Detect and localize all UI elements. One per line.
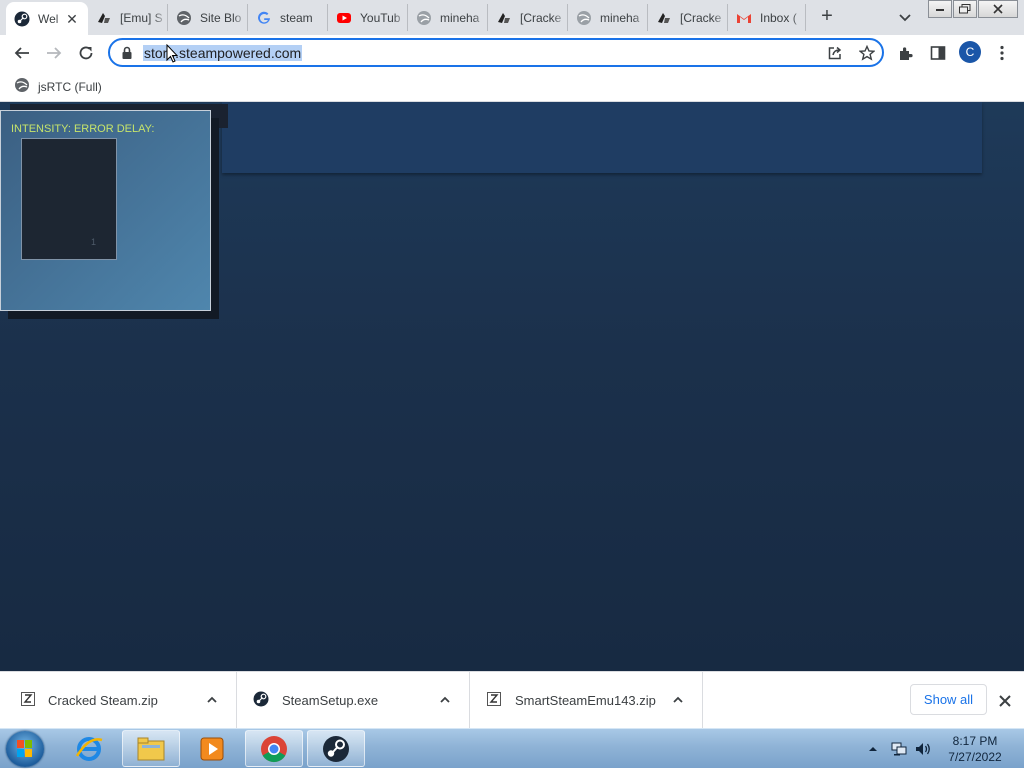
bookmarks-bar: jsRTC (Full) <box>0 70 1024 102</box>
minimize-button[interactable] <box>928 0 952 18</box>
cracked-icon <box>656 10 672 26</box>
back-button[interactable] <box>10 41 34 65</box>
internet-explorer-icon[interactable] <box>60 730 118 767</box>
download-name: Cracked Steam.zip <box>48 693 158 708</box>
tab-site-blocked[interactable]: Site Blo <box>168 4 248 31</box>
tab-title: steam <box>280 10 313 25</box>
forward-button[interactable] <box>42 41 66 65</box>
file-explorer-icon[interactable] <box>122 730 180 767</box>
steam-icon <box>14 11 30 27</box>
close-window-button[interactable] <box>978 0 1018 18</box>
tab-search-chevron-icon[interactable] <box>896 8 914 26</box>
close-shelf-icon[interactable] <box>996 692 1014 710</box>
chrome-icon[interactable] <box>245 730 303 767</box>
clock-date: 7/27/2022 <box>948 750 1002 764</box>
lock-icon[interactable] <box>121 46 133 63</box>
menu-kebab-icon[interactable] <box>990 41 1014 65</box>
chevron-up-icon[interactable] <box>439 694 451 706</box>
globe-icon <box>176 10 192 26</box>
tab-title: [Cracke <box>680 10 722 25</box>
tab-minehat-2[interactable]: mineha <box>568 4 648 31</box>
browser-toolbar: store.steampowered.com C <box>0 35 1024 70</box>
download-item[interactable]: Cracked Steam.zip <box>0 672 237 728</box>
cracked-icon <box>96 10 112 26</box>
clock-time: 8:17 PM <box>952 734 998 748</box>
cracked-icon <box>496 10 512 26</box>
tab-title: [Emu] S <box>120 10 163 25</box>
tab-cracked-1[interactable]: [Cracke <box>488 4 568 31</box>
google-icon <box>256 10 272 26</box>
zip-icon <box>486 691 502 707</box>
tab-inbox[interactable]: Inbox ( <box>728 4 806 31</box>
globe-icon <box>416 10 432 26</box>
volume-icon[interactable] <box>914 729 932 769</box>
download-item[interactable]: SmartSteamEmu143.zip <box>470 672 703 728</box>
network-icon[interactable] <box>890 729 908 769</box>
download-shelf: Cracked Steam.zip SteamSetup.exe SmartSt… <box>0 671 1024 728</box>
tab-title: mineha <box>440 10 480 25</box>
intensity-box-value: 1 <box>90 237 96 247</box>
download-name: SteamSetup.exe <box>282 693 379 708</box>
tab-minehat-1[interactable]: mineha <box>408 4 488 31</box>
globe-icon <box>576 10 592 26</box>
intensity-panel: INTENSITY: ERROR DELAY: 1 <box>0 110 211 311</box>
gmail-icon <box>736 10 752 26</box>
share-icon[interactable] <box>826 44 844 62</box>
tab-welcome[interactable]: Wel ✕ <box>6 2 88 35</box>
chevron-up-icon[interactable] <box>672 694 684 706</box>
mouse-cursor <box>166 43 179 67</box>
profile-avatar[interactable]: C <box>959 41 981 63</box>
extensions-icon[interactable] <box>894 41 918 65</box>
bookmark-jsrtc[interactable]: jsRTC (Full) <box>14 77 102 96</box>
close-tab-icon[interactable]: ✕ <box>64 11 80 27</box>
show-all-button[interactable]: Show all <box>910 684 987 715</box>
page-content: INTENSITY: ERROR DELAY: 1 <box>0 102 1024 671</box>
address-bar[interactable]: store.steampowered.com <box>108 38 884 67</box>
globe-icon <box>14 77 30 96</box>
tab-title: [Cracke <box>520 10 562 25</box>
download-name: SmartSteamEmu143.zip <box>515 693 656 708</box>
tab-title: YouTub <box>360 10 401 25</box>
download-item[interactable]: SteamSetup.exe <box>237 672 470 728</box>
steam-taskbar-icon[interactable] <box>307 730 365 767</box>
tab-youtube[interactable]: YouTub <box>328 4 408 31</box>
start-button[interactable] <box>6 731 44 767</box>
show-hidden-icons-chevron-icon[interactable] <box>868 729 878 769</box>
side-panel-icon[interactable] <box>926 41 950 65</box>
store-header-bar <box>222 102 982 173</box>
tab-strip: Wel ✕ [Emu] S Site Blo steam YouTub mine… <box>0 0 1024 35</box>
youtube-icon <box>336 10 352 26</box>
reload-button[interactable] <box>74 41 98 65</box>
maximize-button[interactable] <box>953 0 977 18</box>
bookmark-star-icon[interactable] <box>858 44 876 62</box>
tab-title: Site Blo <box>200 10 242 25</box>
tab-title: mineha <box>600 10 640 25</box>
intensity-label: INTENSITY: ERROR DELAY: <box>11 123 155 135</box>
media-player-icon[interactable] <box>183 730 241 767</box>
chevron-up-icon[interactable] <box>206 694 218 706</box>
windows-taskbar: 8:17 PM 7/27/2022 <box>0 728 1024 768</box>
zip-icon <box>20 691 36 707</box>
intensity-box: 1 <box>21 138 117 260</box>
tab-cracked-2[interactable]: [Cracke <box>648 4 728 31</box>
bookmark-label: jsRTC (Full) <box>38 79 102 94</box>
tab-emu[interactable]: [Emu] S <box>88 4 168 31</box>
steam-icon <box>253 691 269 707</box>
tab-title: Inbox ( <box>760 10 797 25</box>
taskbar-clock[interactable]: 8:17 PM 7/27/2022 <box>940 733 1010 765</box>
tab-title: Wel <box>38 11 59 26</box>
new-tab-button[interactable]: + <box>816 6 838 28</box>
tab-steam-search[interactable]: steam <box>248 4 328 31</box>
